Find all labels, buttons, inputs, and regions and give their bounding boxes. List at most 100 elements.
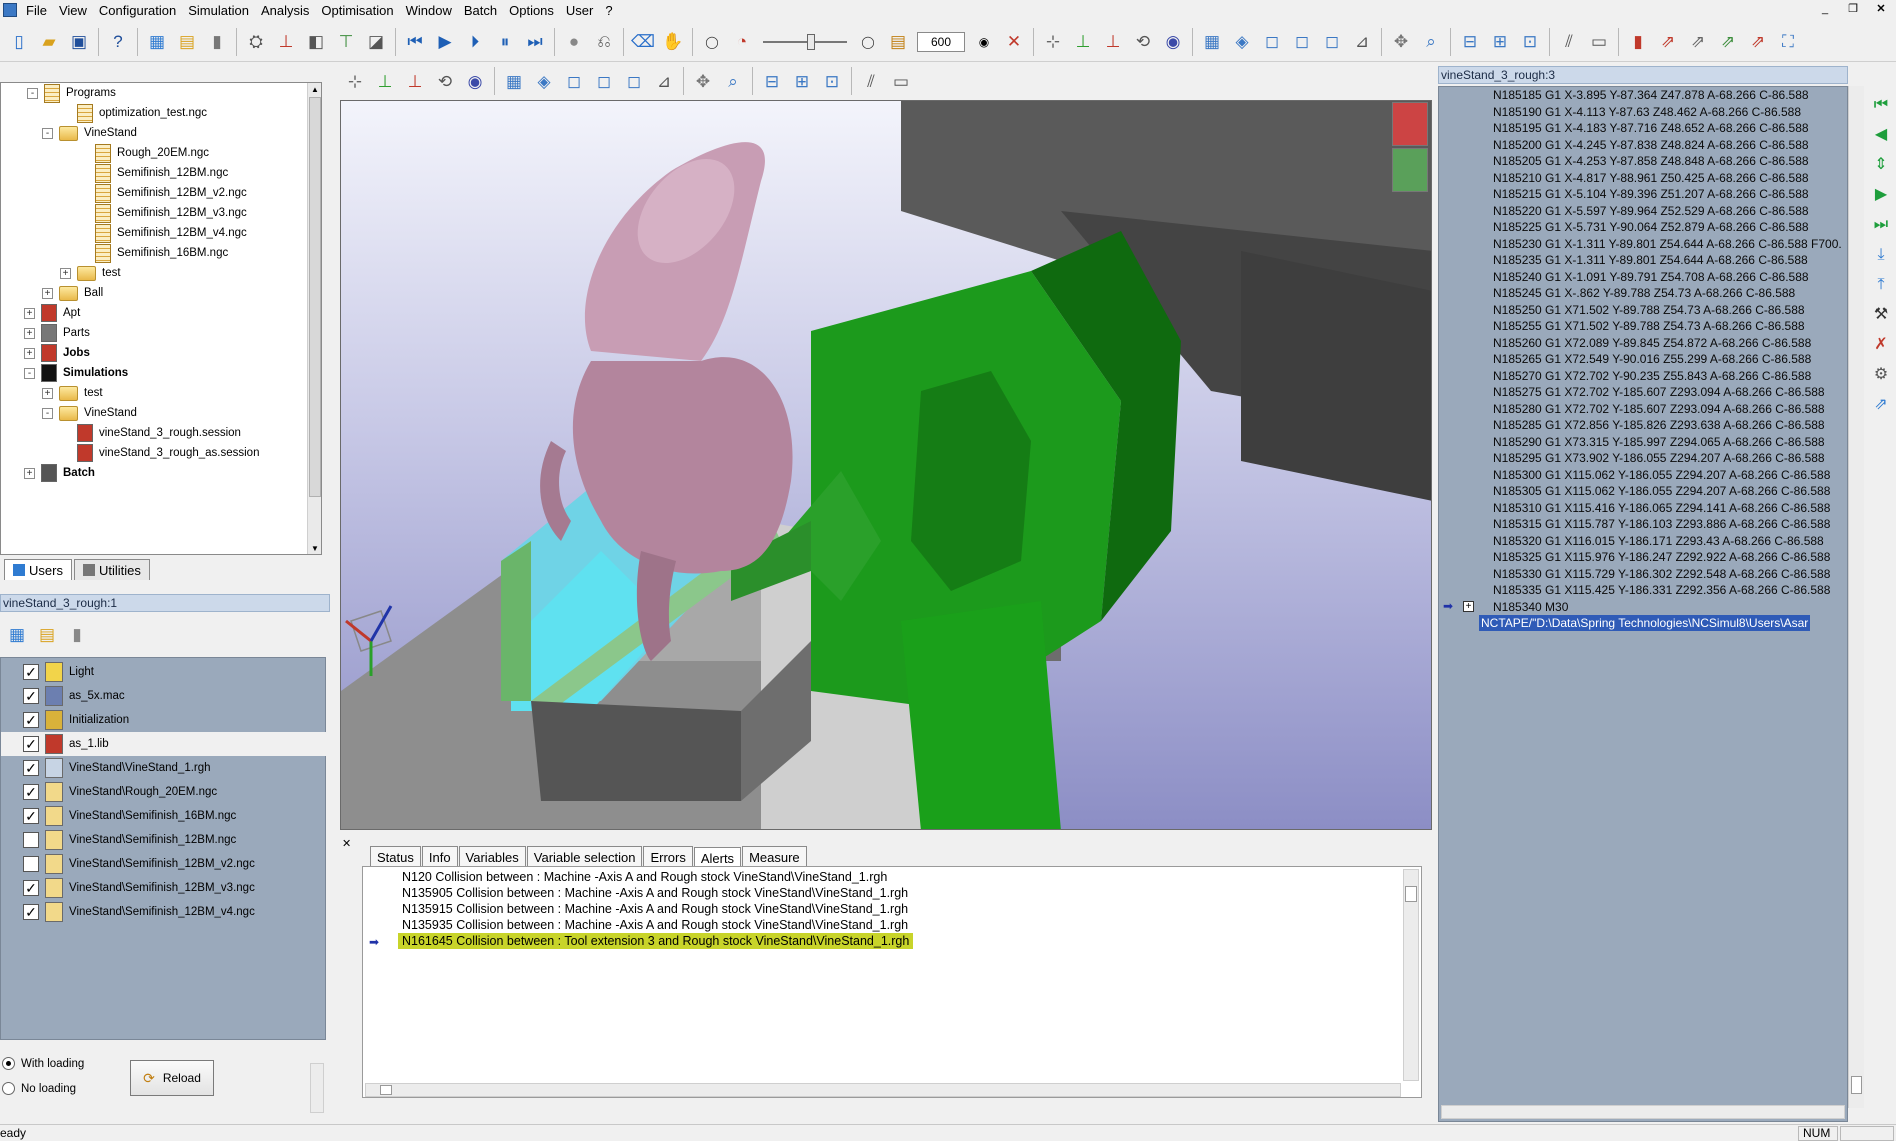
session-item[interactable]: ✓ VineStand\Semifinish_12BM_v3.ngc: [1, 876, 327, 900]
tree-node[interactable]: Semifinish_16BM.ngc: [95, 243, 228, 263]
section-2-icon[interactable]: ⊞: [1487, 29, 1513, 55]
iso-view-icon[interactable]: ◈: [531, 68, 557, 94]
session-item-checkbox[interactable]: ✓: [23, 688, 39, 704]
tab-info[interactable]: Info: [421, 846, 458, 867]
view-iso-icon[interactable]: ◈: [1229, 29, 1255, 55]
program-config-icon[interactable]: ▤: [34, 621, 60, 647]
collapse-icon[interactable]: -: [24, 367, 35, 379]
rotate-small-icon[interactable]: ⟲: [432, 68, 458, 94]
nc-line[interactable]: N185245 G1 X-.862 Y-89.788 Z54.73 A-68.2…: [1493, 285, 1795, 301]
tree-node[interactable]: + Apt: [24, 303, 80, 323]
section-1-icon[interactable]: ⊟: [1457, 29, 1483, 55]
hand-icon[interactable]: ✋: [660, 29, 686, 55]
alert-row[interactable]: N135905 Collision between : Machine -Axi…: [398, 885, 912, 901]
view-front-icon[interactable]: ◻: [1259, 29, 1285, 55]
eye-icon[interactable]: ◉: [1160, 29, 1186, 55]
session-item-checkbox[interactable]: [23, 856, 39, 872]
alert-row[interactable]: N120 Collision between : Machine -Axis A…: [398, 869, 891, 885]
nc-line[interactable]: N185335 G1 X115.425 Y-186.331 Z292.356 A…: [1493, 582, 1830, 598]
tree-node[interactable]: vineStand_3_rough.session: [77, 423, 241, 443]
expand-icon[interactable]: +: [24, 327, 35, 339]
session-item-checkbox[interactable]: ✓: [23, 904, 39, 920]
view-grid-icon[interactable]: ▦: [1199, 29, 1225, 55]
nc-line[interactable]: N185210 G1 X-4.817 Y-88.961 Z50.425 A-68…: [1493, 170, 1809, 186]
nc-line[interactable]: N185215 G1 X-5.104 Y-89.396 Z51.207 A-68…: [1493, 186, 1809, 202]
menu-user[interactable]: User: [560, 3, 599, 18]
axes-red-icon[interactable]: ⊥: [402, 68, 428, 94]
nc-line[interactable]: N185260 G1 X72.089 Y-89.845 Z54.872 A-68…: [1493, 335, 1811, 351]
expand-icon[interactable]: +: [60, 267, 71, 279]
optimize-icon[interactable]: ⇗: [1870, 394, 1892, 416]
alert-row[interactable]: N135915 Collision between : Machine -Axi…: [398, 901, 912, 917]
trace-icon[interactable]: ⫽: [1556, 29, 1582, 55]
nc-line[interactable]: N185320 G1 X116.015 Y-186.171 Z293.43 A-…: [1493, 533, 1824, 549]
collision-off-icon[interactable]: ✕: [1001, 29, 1027, 55]
session-item-checkbox[interactable]: ✓: [23, 760, 39, 776]
pause-icon[interactable]: ⏸: [492, 29, 518, 55]
help-icon[interactable]: ?: [105, 29, 131, 55]
tab-users[interactable]: Users: [4, 559, 72, 580]
restore-button[interactable]: ❐: [1844, 2, 1862, 16]
eraser-icon[interactable]: ⌫: [630, 29, 656, 55]
open-folder-icon[interactable]: ▰: [36, 29, 62, 55]
stock-icon[interactable]: ◧: [303, 29, 329, 55]
section-3-icon[interactable]: ⊡: [1517, 29, 1543, 55]
tree-node[interactable]: + Parts: [24, 323, 90, 343]
axis-icon[interactable]: ⊹: [1040, 29, 1066, 55]
speed-input[interactable]: 600: [917, 31, 965, 52]
nc-line[interactable]: N185265 G1 X72.549 Y-90.016 Z55.299 A-68…: [1493, 351, 1811, 367]
rotate-icon[interactable]: ⟲: [1130, 29, 1156, 55]
import-icon[interactable]: ⤓: [1870, 244, 1892, 266]
tool-path-icon[interactable]: ⇗: [1655, 29, 1681, 55]
expand-icon[interactable]: +: [1463, 601, 1474, 612]
nc-line[interactable]: N185195 G1 X-4.183 Y-87.716 Z48.652 A-68…: [1493, 120, 1809, 136]
doc-config-icon[interactable]: ▮: [64, 621, 90, 647]
nc-line[interactable]: N185330 G1 X115.729 Y-186.302 Z292.548 A…: [1493, 566, 1830, 582]
program-list-icon[interactable]: ▤: [174, 29, 200, 55]
session-item-checkbox[interactable]: ✓: [23, 808, 39, 824]
cut-2-icon[interactable]: ⊞: [789, 68, 815, 94]
document-icon[interactable]: ▮: [204, 29, 230, 55]
tree-node[interactable]: + Jobs: [24, 343, 90, 363]
collapse-icon[interactable]: -: [27, 87, 38, 99]
nc-line[interactable]: N185295 G1 X73.902 Y-186.055 Z294.207 A-…: [1493, 450, 1825, 466]
menu-view[interactable]: View: [53, 3, 93, 18]
nc-line[interactable]: N185230 G1 X-1.311 Y-89.801 Z54.644 A-68…: [1493, 236, 1842, 252]
nc-code-list[interactable]: N185185 G1 X-3.895 Y-87.364 Z47.878 A-68…: [1438, 86, 1848, 1122]
tree-node[interactable]: + test: [60, 263, 121, 283]
nc-line[interactable]: N185225 G1 X-5.731 Y-90.064 Z52.879 A-68…: [1493, 219, 1809, 235]
view-fit-icon[interactable]: ⊿: [1349, 29, 1375, 55]
tab-variables[interactable]: Variables: [458, 846, 526, 867]
nc-line[interactable]: N185290 G1 X73.315 Y-185.997 Z294.065 A-…: [1493, 434, 1825, 450]
top-view-icon[interactable]: ◻: [591, 68, 617, 94]
session-item-checkbox[interactable]: ✓: [23, 664, 39, 680]
nc-line[interactable]: N185240 G1 X-1.091 Y-89.791 Z54.708 A-68…: [1493, 269, 1809, 285]
minimize-button[interactable]: _: [1816, 2, 1834, 16]
tree-node[interactable]: + test: [42, 383, 103, 403]
ruler-icon[interactable]: ▭: [888, 68, 914, 94]
zoom-icon[interactable]: ⌕: [1418, 29, 1444, 55]
nc-line[interactable]: N185220 G1 X-5.597 Y-89.964 Z52.529 A-68…: [1493, 203, 1809, 219]
machine-config-icon[interactable]: ▦: [4, 621, 30, 647]
speed-slider[interactable]: [763, 32, 847, 52]
nc-line[interactable]: N185275 G1 X72.702 Y-185.607 Z293.094 A-…: [1493, 384, 1825, 400]
menu-batch[interactable]: Batch: [458, 3, 503, 18]
app-icon[interactable]: [3, 3, 17, 17]
front-view-icon[interactable]: ◻: [561, 68, 587, 94]
tab-utilities[interactable]: Utilities: [73, 559, 150, 580]
tool-change-icon[interactable]: ⚒: [1870, 304, 1892, 326]
tree-node[interactable]: Semifinish_12BM.ngc: [95, 163, 228, 183]
collapse-icon[interactable]: -: [42, 127, 53, 139]
fixture-icon[interactable]: ⊤: [333, 29, 359, 55]
tool-red-icon[interactable]: ▮: [1625, 29, 1651, 55]
tool-icon[interactable]: ⊥: [273, 29, 299, 55]
xyz-axes-2-icon[interactable]: ⊥: [1100, 29, 1126, 55]
nc-line[interactable]: N185235 G1 X-1.311 Y-89.801 Z54.644 A-68…: [1493, 252, 1808, 268]
nc-line[interactable]: N185255 G1 X71.502 Y-89.788 Z54.73 A-68.…: [1493, 318, 1805, 334]
first-line-icon[interactable]: ⏮: [1870, 94, 1892, 116]
tree-node[interactable]: Rough_20EM.ngc: [95, 143, 209, 163]
nc-line[interactable]: N185340 M30: [1493, 599, 1568, 615]
nc-line[interactable]: N185200 G1 X-4.245 Y-87.838 Z48.824 A-68…: [1493, 137, 1809, 153]
path-trace-icon[interactable]: ⫽: [858, 68, 884, 94]
measure-icon[interactable]: ▭: [1586, 29, 1612, 55]
